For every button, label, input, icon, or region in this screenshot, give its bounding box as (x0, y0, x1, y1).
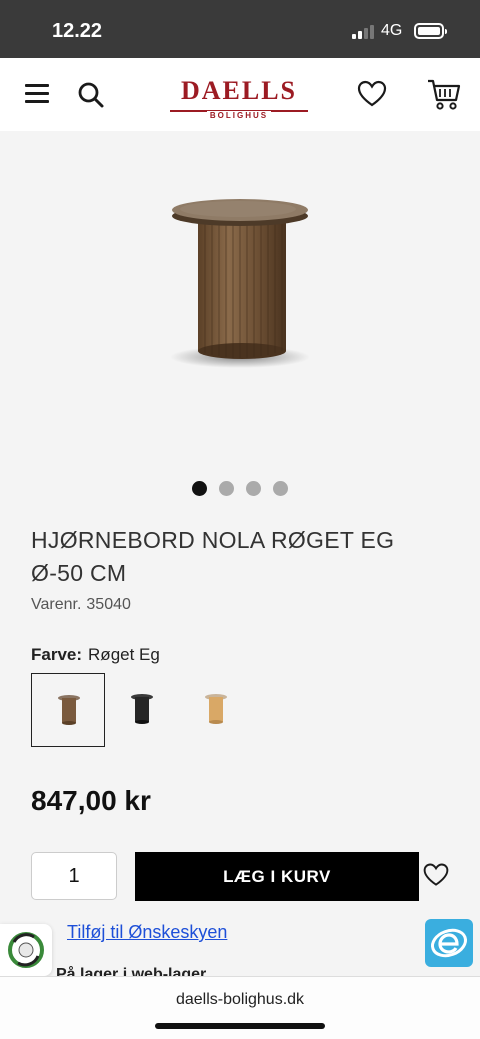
site-header: DAELLS BOLIGHUS (0, 58, 480, 131)
network-label: 4G (381, 22, 403, 39)
quantity-input[interactable] (31, 852, 117, 900)
logo-main: DAELLS (180, 76, 298, 105)
color-label: Farve: (31, 645, 83, 664)
add-to-cart-button[interactable]: LÆG I KURV (135, 852, 419, 901)
browser-url-bar: daells-bolighus.dk (0, 976, 480, 1039)
carousel-dot-2[interactable] (219, 481, 234, 496)
swatch-black[interactable] (105, 673, 179, 747)
add-to-wishlist-link[interactable]: Tilføj til Ønskeskyen (67, 922, 227, 943)
signal-icon (352, 23, 374, 39)
swatch-natural-oak[interactable] (179, 673, 253, 747)
search-icon[interactable] (76, 80, 106, 110)
swatch-roget-eg[interactable] (31, 673, 105, 747)
status-bar: 12.22 4G (0, 0, 480, 58)
heart-icon[interactable] (356, 78, 388, 110)
carousel-dot-3[interactable] (246, 481, 261, 496)
stock-status-text: På lager i web-lager (56, 966, 207, 976)
color-selection: Farve: Røget Eg (31, 645, 160, 665)
url-text[interactable]: daells-bolighus.dk (0, 991, 480, 1009)
home-indicator[interactable] (155, 1023, 325, 1029)
battery-icon (414, 23, 447, 39)
sku-value: 35040 (86, 596, 131, 613)
color-value: Røget Eg (88, 645, 160, 664)
product-image[interactable] (0, 131, 480, 461)
logo[interactable]: DAELLS BOLIGHUS (168, 76, 310, 120)
menu-icon[interactable] (25, 84, 49, 104)
price: 847,00 kr (31, 785, 151, 816)
carousel-dot-4[interactable] (273, 481, 288, 496)
carousel-dots (190, 481, 294, 497)
wishlist-heart-icon[interactable] (422, 861, 450, 889)
cart-icon[interactable] (426, 76, 462, 112)
e-mark-icon[interactable] (425, 919, 473, 967)
eco-badge-icon[interactable] (0, 924, 52, 976)
carousel-dot-1[interactable] (192, 481, 207, 496)
product-sku: Varenr. 35040 (31, 596, 131, 614)
logo-sub: BOLIGHUS (206, 111, 272, 120)
sku-label: Varenr. (31, 596, 82, 613)
status-time: 12.22 (52, 20, 103, 42)
product-title: HJØRNEBORD NOLA RØGET EG Ø-50 CM (31, 527, 395, 586)
